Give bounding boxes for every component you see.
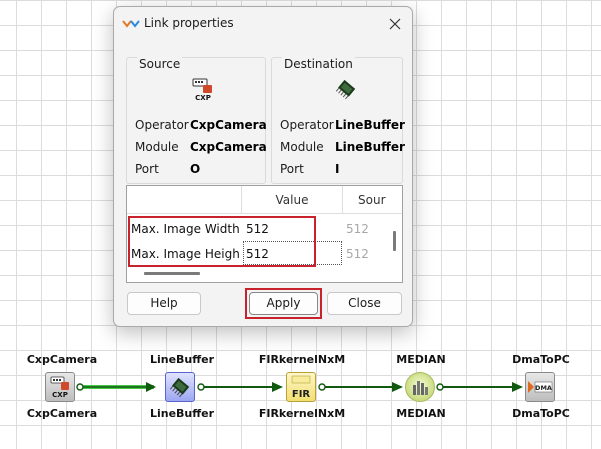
dialog-title: Link properties (144, 16, 234, 30)
source-port-label: Port (135, 162, 159, 176)
arrowhead (272, 382, 283, 392)
node-label-top-linebuffer: LineBuffer (149, 353, 215, 366)
node-label-top-median: MEDIAN (396, 353, 446, 366)
node-label-bottom-cxpcamera: CxpCamera (26, 407, 98, 420)
arrowhead (146, 382, 156, 392)
cxp-icon-text: CXP (195, 94, 211, 101)
port-circle (318, 383, 326, 391)
node-icon-text-cxp: CXP (52, 391, 68, 399)
arrowhead (512, 382, 523, 392)
source-heading: Source (137, 57, 183, 71)
close-button[interactable]: Close (327, 292, 402, 315)
port-circle (197, 383, 205, 391)
row-source-max-image-width: 512 (346, 222, 369, 236)
destination-port-value: I (335, 162, 340, 176)
link-app-icon (122, 20, 140, 28)
node-icon-text-fir: FIR (292, 389, 311, 400)
apply-highlight-box (245, 288, 322, 319)
node-label-bottom-linebuffer: LineBuffer (149, 407, 215, 420)
properties-grid[interactable]: Value Sour Max. Image Width 512 512 Max.… (126, 185, 403, 283)
node-linebuffer[interactable] (165, 372, 195, 402)
cxp-camera-icon: CXP (50, 376, 69, 399)
destination-port-label: Port (280, 162, 304, 176)
destination-heading: Destination (282, 57, 355, 71)
dialog-titlebar[interactable]: Link properties (114, 7, 412, 41)
destination-operator-label: Operator (280, 118, 334, 132)
node-firkernelnxm[interactable]: FIR (286, 372, 316, 402)
destination-module-label: Module (280, 140, 324, 154)
arrowhead (392, 382, 403, 392)
source-module-label: Module (135, 140, 179, 154)
column-header-value[interactable]: Value (242, 186, 343, 214)
source-operator-label: Operator (135, 118, 189, 132)
help-button[interactable]: Help (127, 292, 201, 315)
node-label-top-dmatopc: DmaToPC (512, 353, 570, 366)
source-group: Source CXP Operator CxpCamera Module Cxp… (126, 57, 267, 184)
grid-corner-header (127, 186, 242, 214)
destination-module-value: LineBuffer (335, 140, 405, 154)
source-module-value: CxpCamera (190, 140, 267, 154)
node-median[interactable] (405, 372, 435, 402)
node-label-top-cxpcamera: CxpCamera (26, 353, 98, 366)
dma-icon: DMA (528, 381, 553, 393)
fir-filter-icon: FIR (291, 375, 311, 400)
dialog-close-button[interactable] (384, 13, 406, 35)
cxp-camera-icon: CXP (192, 78, 212, 101)
horizontal-scrollbar[interactable] (144, 272, 200, 275)
close-icon (389, 18, 401, 30)
node-label-bottom-dmatopc: DmaToPC (512, 407, 570, 420)
destination-group: Destination Operator LineBuffer Module L… (271, 57, 405, 184)
row-source-max-image-height: 512 (346, 247, 369, 261)
source-port-value: O (190, 162, 201, 176)
port-circle (436, 383, 444, 391)
link-properties-dialog: Link properties Source CXP Operator CxpC… (113, 6, 413, 327)
port-circle (76, 383, 84, 391)
node-dmatopc[interactable]: DMA (525, 372, 555, 402)
line-buffer-icon (169, 377, 190, 398)
vertical-scrollbar[interactable] (393, 231, 396, 251)
node-label-bottom-firkernelnxm: FIRkernelNxM (258, 407, 346, 420)
source-operator-value: CxpCamera (190, 118, 267, 132)
rows-highlight-box (128, 216, 316, 267)
column-header-source[interactable]: Sour (343, 186, 402, 214)
destination-operator-value: LineBuffer (335, 118, 405, 132)
node-icon-text-dma: DMA (535, 384, 552, 392)
node-label-bottom-median: MEDIAN (396, 407, 446, 420)
node-label-top-firkernelnxm: FIRkernelNxM (258, 353, 346, 366)
line-buffer-icon (335, 79, 356, 100)
median-bars-icon (413, 381, 428, 395)
node-cxpcamera[interactable]: CXP (45, 372, 75, 402)
